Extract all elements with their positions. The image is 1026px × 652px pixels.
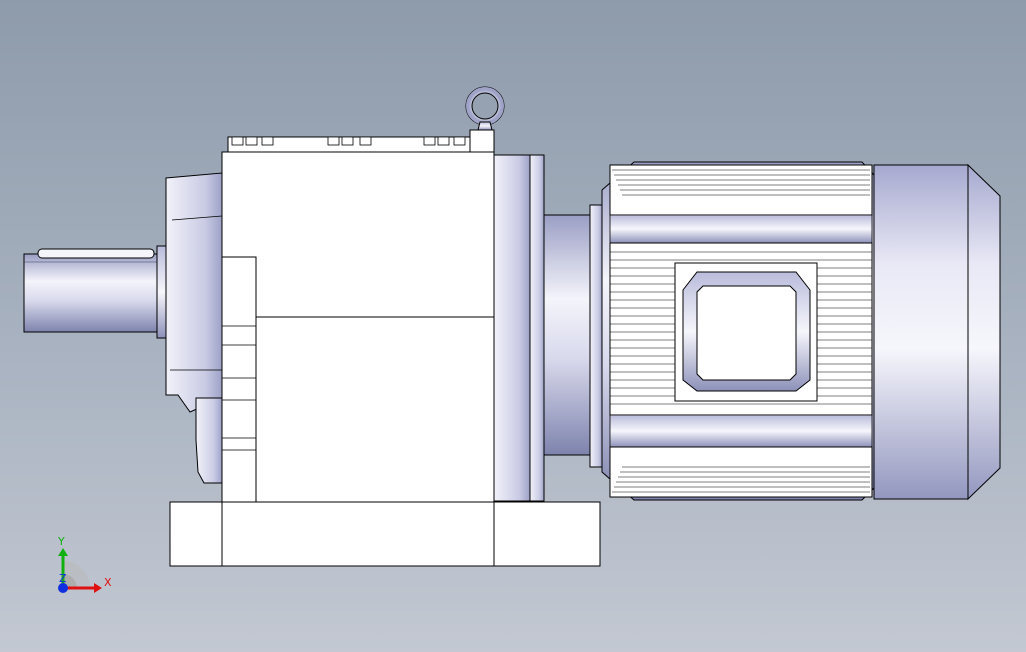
coordinate-triad: X Y Z: [57, 535, 112, 593]
output-shaft[interactable]: [23, 248, 161, 333]
graphics-viewport[interactable]: X Y Z: [0, 0, 1026, 652]
z-axis-label: Z: [59, 572, 67, 585]
adapter-flange[interactable]: [493, 154, 603, 502]
gearmotor-drawing[interactable]: X Y Z: [0, 0, 1026, 652]
x-axis-label: X: [104, 576, 112, 589]
lifting-eye[interactable]: [465, 86, 505, 131]
gear-housing[interactable]: [221, 129, 495, 503]
mounting-base[interactable]: [169, 501, 601, 567]
fan-cover[interactable]: [873, 163, 1001, 501]
terminal-box[interactable]: [674, 262, 818, 402]
output-flange[interactable]: [156, 172, 223, 484]
y-axis-label: Y: [57, 535, 65, 548]
